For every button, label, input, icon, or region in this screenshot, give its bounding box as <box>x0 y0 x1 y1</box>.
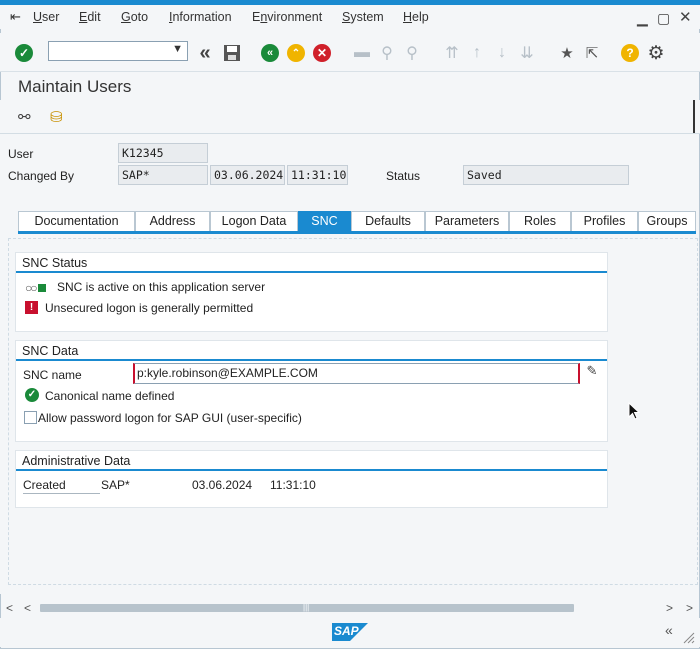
toolbar-divider <box>693 100 695 133</box>
tab-strip: Documentation Address Logon Data SNC Def… <box>18 211 696 234</box>
snc-active-text: SNC is active on this application server <box>57 280 266 294</box>
application-toolbar <box>0 100 700 134</box>
find-next-icon[interactable]: ⚲ <box>401 42 423 64</box>
group-divider <box>16 271 607 273</box>
status-label: Status <box>386 169 421 183</box>
scroll-left-page-icon[interactable]: < <box>24 601 31 615</box>
cancel-icon[interactable]: ✕ <box>311 42 333 64</box>
snc-active-icon: ○○ <box>25 281 46 295</box>
created-time-value: 11:31:10 <box>270 478 316 492</box>
check-icon: ✓ <box>25 388 39 402</box>
menu-goto[interactable]: Goto <box>121 10 148 24</box>
created-label: Created <box>23 478 100 494</box>
menu-edit[interactable]: Edit <box>79 10 101 24</box>
print-icon[interactable]: ▬ <box>351 42 373 64</box>
snc-name-input[interactable]: p:kyle.robinson@EXAMPLE.COM <box>133 363 580 384</box>
canonical-text: Canonical name defined <box>45 389 175 403</box>
created-by-value: SAP* <box>101 478 130 492</box>
group-title: Administrative Data <box>22 454 131 468</box>
mouse-cursor-icon <box>628 402 640 420</box>
status-field[interactable]: Saved <box>463 165 629 185</box>
exit-icon[interactable]: ⌃ <box>285 42 307 64</box>
maximize-icon[interactable]: ▢ <box>657 10 670 27</box>
tab-snc[interactable]: SNC <box>298 211 351 231</box>
error-icon: ! <box>25 301 38 314</box>
menu-system[interactable]: System <box>342 10 384 24</box>
unsecured-text: Unsecured logon is generally permitted <box>45 301 254 315</box>
minimize-icon[interactable]: ▁ <box>637 10 648 27</box>
tab-groups[interactable]: Groups <box>638 211 696 231</box>
sap-logo: SAP <box>332 623 368 641</box>
tab-logon-data[interactable]: Logon Data <box>210 211 298 231</box>
help-icon[interactable]: ? <box>619 42 641 64</box>
allow-password-checkbox[interactable] <box>24 411 37 424</box>
menu-icon[interactable]: ⇤ <box>10 9 21 25</box>
command-field[interactable]: ▼ <box>48 41 188 61</box>
menu-user[interactable]: User <box>33 10 59 24</box>
changed-date-field[interactable]: 03.06.2024 <box>210 165 285 185</box>
find-icon[interactable]: ⚲ <box>376 42 398 64</box>
scroll-left-icon[interactable]: < <box>6 601 13 615</box>
tab-roles[interactable]: Roles <box>509 211 571 231</box>
tab-documentation[interactable]: Documentation <box>18 211 135 231</box>
group-title: SNC Data <box>22 344 79 358</box>
snc-data-group: SNC Data SNC name p:kyle.robinson@EXAMPL… <box>15 340 608 442</box>
back-icon[interactable]: « <box>259 42 281 64</box>
first-page-icon[interactable]: ⇈ <box>441 42 463 64</box>
resize-grip-icon[interactable] <box>683 632 695 644</box>
enter-icon[interactable]: ✓ <box>13 42 35 64</box>
snc-name-label: SNC name <box>23 368 82 382</box>
scrollbar-thumb[interactable]: ||| <box>40 604 574 612</box>
last-page-icon[interactable]: ⇊ <box>516 42 538 64</box>
changed-by-field[interactable]: SAP* <box>118 165 208 185</box>
changed-by-label: Changed By <box>8 169 75 183</box>
other-user-icon[interactable]: ⛁ <box>50 108 63 126</box>
user-label: User <box>8 147 34 161</box>
display-change-icon[interactable]: ⚯ <box>18 108 31 126</box>
menu-environment[interactable]: Environment <box>252 10 322 24</box>
chevron-down-icon[interactable]: ▼ <box>172 43 183 55</box>
tab-address[interactable]: Address <box>135 211 210 231</box>
save-icon[interactable] <box>221 42 243 64</box>
close-icon[interactable]: ✕ <box>679 8 692 26</box>
menu-help[interactable]: Help <box>403 10 429 24</box>
collapse-toolbar-icon[interactable]: « <box>194 42 216 64</box>
tab-defaults[interactable]: Defaults <box>351 211 425 231</box>
user-field[interactable]: K12345 <box>118 143 208 163</box>
snc-status-group: SNC Status ○○ SNC is active on this appl… <box>15 252 608 332</box>
next-page-icon[interactable]: ↓ <box>491 42 513 64</box>
scroll-right-page-icon[interactable]: > <box>666 601 673 615</box>
previous-page-icon[interactable]: ↑ <box>466 42 488 64</box>
tab-parameters[interactable]: Parameters <box>425 211 509 231</box>
generate-shortcut-icon[interactable]: ⇱ <box>581 42 603 64</box>
expand-status-icon[interactable]: « <box>665 622 673 638</box>
scroll-right-icon[interactable]: > <box>686 601 693 615</box>
horizontal-scrollbar[interactable]: < < ||| > > <box>0 600 700 616</box>
menu-information[interactable]: Information <box>169 10 232 24</box>
settings-icon[interactable]: ⚙ <box>645 42 667 64</box>
group-title: SNC Status <box>22 256 88 270</box>
tab-profiles[interactable]: Profiles <box>571 211 638 231</box>
group-divider <box>16 359 607 361</box>
created-date-value: 03.06.2024 <box>192 478 253 492</box>
create-session-icon[interactable]: ★ <box>556 42 578 64</box>
admin-data-group: Administrative Data Created SAP* 03.06.2… <box>15 450 608 508</box>
changed-time-field[interactable]: 11:31:10 <box>287 165 348 185</box>
group-divider <box>16 469 607 471</box>
edit-pencil-icon[interactable]: ✎ <box>582 363 602 383</box>
page-title: Maintain Users <box>18 77 132 96</box>
allow-password-label: Allow password logon for SAP GUI (user-s… <box>38 411 302 425</box>
